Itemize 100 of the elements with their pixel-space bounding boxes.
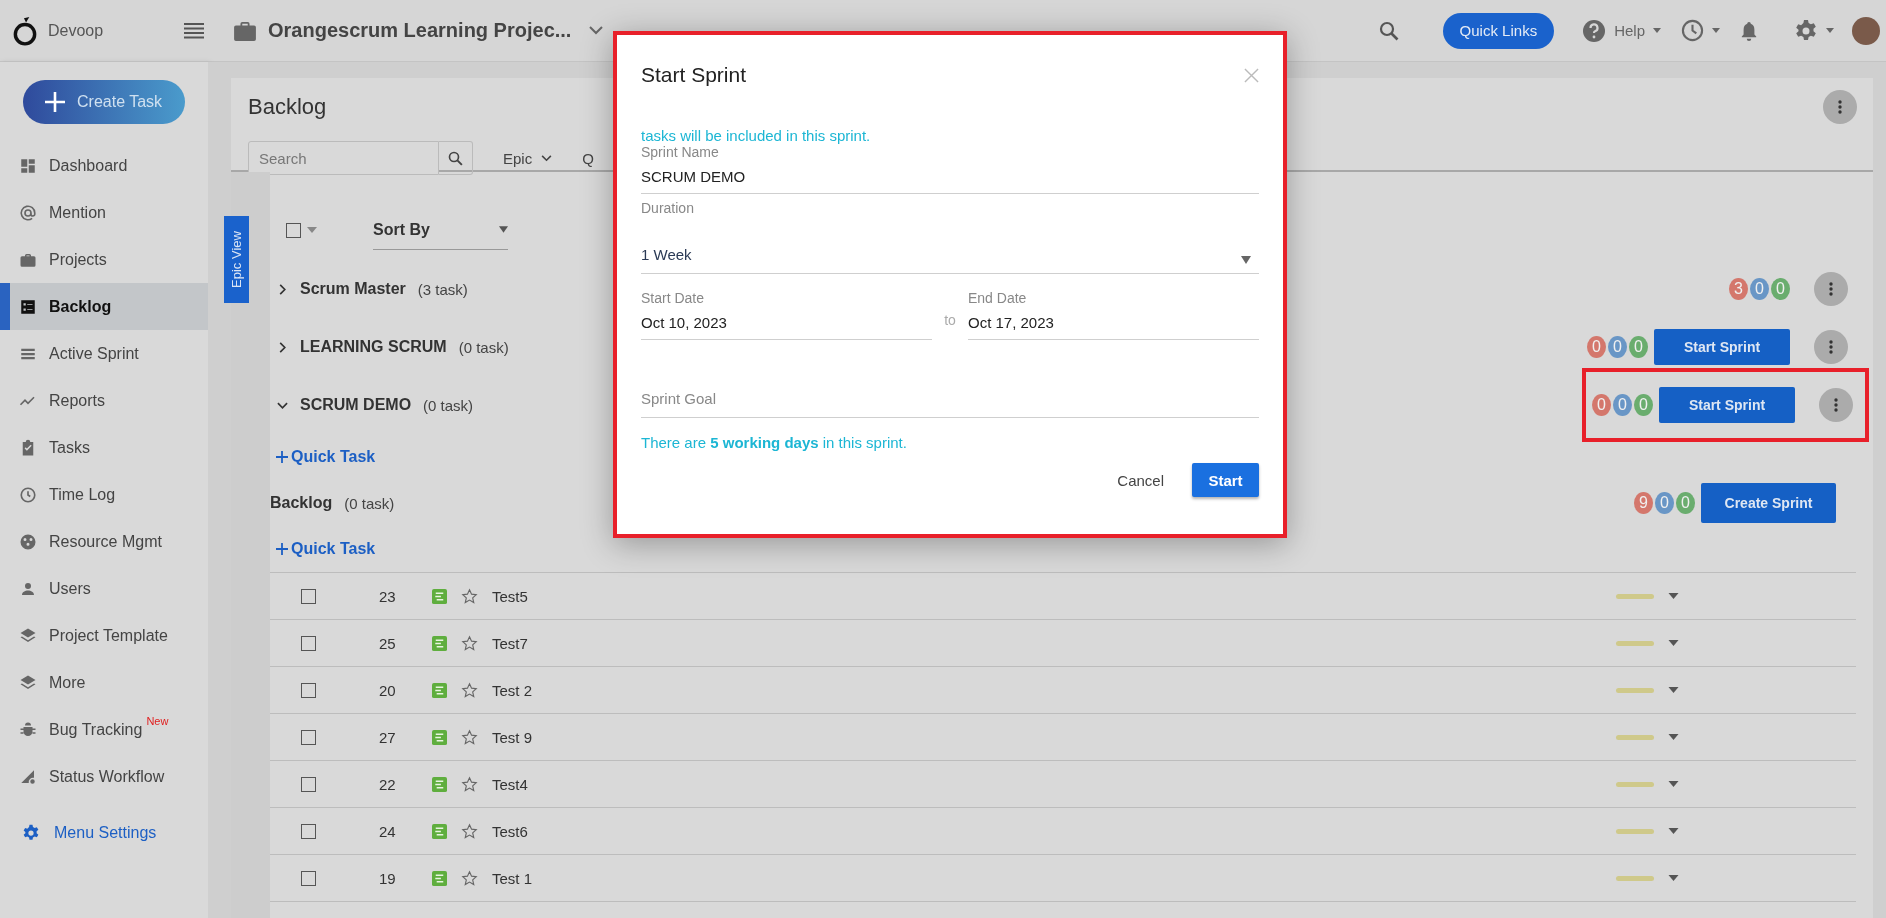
count-badge: 0 — [1629, 336, 1648, 358]
menu-icon[interactable] — [184, 22, 204, 39]
priority-bar — [1616, 640, 1654, 646]
checkbox[interactable] — [301, 823, 316, 839]
caret-icon[interactable] — [1668, 640, 1679, 646]
quick-task-link[interactable]: Quick Task — [270, 434, 376, 480]
sprint-name[interactable]: LEARNING SCRUM — [300, 338, 447, 356]
sidebar-item[interactable]: Backlog — [0, 283, 208, 330]
help-menu[interactable]: Help — [1614, 22, 1645, 39]
checkbox[interactable] — [301, 776, 316, 792]
sidebar-item[interactable]: Resource Mgmt — [0, 518, 208, 565]
sidebar-item[interactable]: Mention — [0, 189, 208, 236]
caret-icon[interactable] — [1668, 828, 1679, 834]
settings-icon[interactable] — [1794, 18, 1818, 43]
story-icon — [432, 682, 447, 698]
task-title[interactable]: Test4 — [492, 775, 528, 793]
caret-icon[interactable] — [1668, 593, 1679, 599]
start-sprint-button[interactable]: Start Sprint — [1659, 387, 1795, 423]
star-icon[interactable] — [461, 775, 478, 793]
help-icon[interactable] — [1582, 18, 1607, 43]
info-text: tasks will be included in this sprint. — [641, 127, 872, 144]
caret-icon[interactable] — [1826, 28, 1834, 33]
chevron-right-icon[interactable] — [277, 283, 288, 295]
project-title[interactable]: Orangescrum Learning Projec... — [268, 19, 572, 42]
epic-view-tab[interactable]: Epic View — [224, 216, 249, 303]
quick-task-link[interactable]: Quick Task — [270, 526, 376, 572]
duration-dropdown[interactable]: Duration 1 Week — [641, 200, 1259, 274]
quick-links-button[interactable]: Quick Links — [1442, 12, 1555, 49]
create-task-button[interactable]: Create Task — [23, 80, 185, 124]
sprint-name[interactable]: Scrum Master — [300, 280, 406, 298]
checkbox[interactable] — [286, 222, 301, 238]
star-icon[interactable] — [461, 681, 478, 699]
clock-icon[interactable] — [1681, 19, 1704, 42]
section-title: Backlog — [270, 494, 333, 512]
sidebar-item[interactable]: Dashboard — [0, 142, 208, 189]
star-icon[interactable] — [461, 822, 478, 840]
checkbox[interactable] — [301, 729, 316, 745]
grid-icon — [19, 156, 37, 175]
sidebar-item-label: Dashboard — [49, 156, 128, 175]
search-field[interactable]: Search — [248, 141, 439, 175]
sidebar-item[interactable]: Time Log — [0, 471, 208, 518]
search-icon[interactable] — [1378, 20, 1399, 41]
sprint-name[interactable]: SCRUM DEMO — [300, 396, 412, 414]
filter-dropdown[interactable]: Q — [582, 149, 594, 167]
sidebar-item[interactable]: Active Sprint — [0, 330, 208, 377]
layers-icon — [19, 673, 37, 692]
menu-settings-link[interactable]: Menu Settings — [0, 824, 208, 842]
task-title[interactable]: Test 1 — [492, 869, 533, 887]
bell-icon[interactable] — [1740, 20, 1758, 41]
start-sprint-button[interactable]: Start Sprint — [1654, 329, 1790, 365]
caret-icon[interactable] — [1712, 28, 1720, 33]
start-date-field[interactable]: Start Date Oct 10, 2023 — [641, 290, 932, 340]
sidebar-item[interactable]: Tasks — [0, 424, 208, 471]
cancel-button[interactable]: Cancel — [1111, 470, 1170, 490]
more-options-button[interactable] — [1823, 90, 1857, 124]
dialog-title: Start Sprint — [641, 63, 747, 87]
sidebar-item-label: Reports — [49, 391, 106, 410]
more-options-button[interactable] — [1819, 388, 1853, 422]
sidebar-item-label: Bug Tracking — [49, 720, 143, 739]
sidebar-item[interactable]: Project Template — [0, 612, 208, 659]
sidebar-item[interactable]: Projects — [0, 236, 208, 283]
story-icon — [432, 729, 447, 745]
star-icon[interactable] — [461, 728, 478, 746]
sidebar-item[interactable]: Bug Tracking $^{New}$ — [0, 706, 208, 753]
caret-icon[interactable] — [307, 227, 317, 233]
checkbox[interactable] — [301, 635, 316, 651]
task-title[interactable]: Test6 — [492, 822, 528, 840]
sidebar-item[interactable]: Reports — [0, 377, 208, 424]
caret-icon[interactable] — [1668, 687, 1679, 693]
start-button[interactable]: Start — [1192, 463, 1259, 497]
checkbox[interactable] — [301, 588, 316, 604]
chevron-right-icon[interactable] — [277, 341, 288, 353]
caret-icon[interactable] — [1668, 781, 1679, 787]
more-options-button[interactable] — [1814, 272, 1848, 306]
task-title[interactable]: Test7 — [492, 634, 528, 652]
star-icon[interactable] — [461, 869, 478, 887]
sidebar-item[interactable]: Users — [0, 565, 208, 612]
checkbox[interactable] — [301, 870, 316, 886]
sidebar-item[interactable]: More — [0, 659, 208, 706]
sidebar-item[interactable]: Status Workflow — [0, 753, 208, 800]
task-title[interactable]: Test5 — [492, 587, 528, 605]
star-icon[interactable] — [461, 587, 478, 605]
search-button[interactable] — [439, 141, 473, 175]
filter-dropdown[interactable]: Epic — [503, 149, 553, 167]
caret-icon[interactable] — [1668, 875, 1679, 881]
caret-icon[interactable] — [1653, 28, 1661, 33]
sprint-name-field[interactable]: Sprint Name SCRUM DEMO — [641, 144, 1259, 194]
create-sprint-button[interactable]: Create Sprint — [1701, 483, 1836, 523]
task-title[interactable]: Test 9 — [492, 728, 533, 746]
task-title[interactable]: Test 2 — [492, 681, 533, 699]
caret-icon[interactable] — [1668, 734, 1679, 740]
priority-bar — [1616, 687, 1654, 693]
end-date-field[interactable]: End Date Oct 17, 2023 — [968, 290, 1259, 340]
chevron-down-icon[interactable] — [589, 26, 604, 35]
count-badge: 0 — [1592, 394, 1611, 416]
star-icon[interactable] — [461, 634, 478, 652]
more-options-button[interactable] — [1814, 330, 1848, 364]
avatar[interactable] — [1852, 16, 1880, 45]
checkbox[interactable] — [301, 682, 316, 698]
sort-by-dropdown[interactable]: Sort By — [373, 210, 508, 250]
